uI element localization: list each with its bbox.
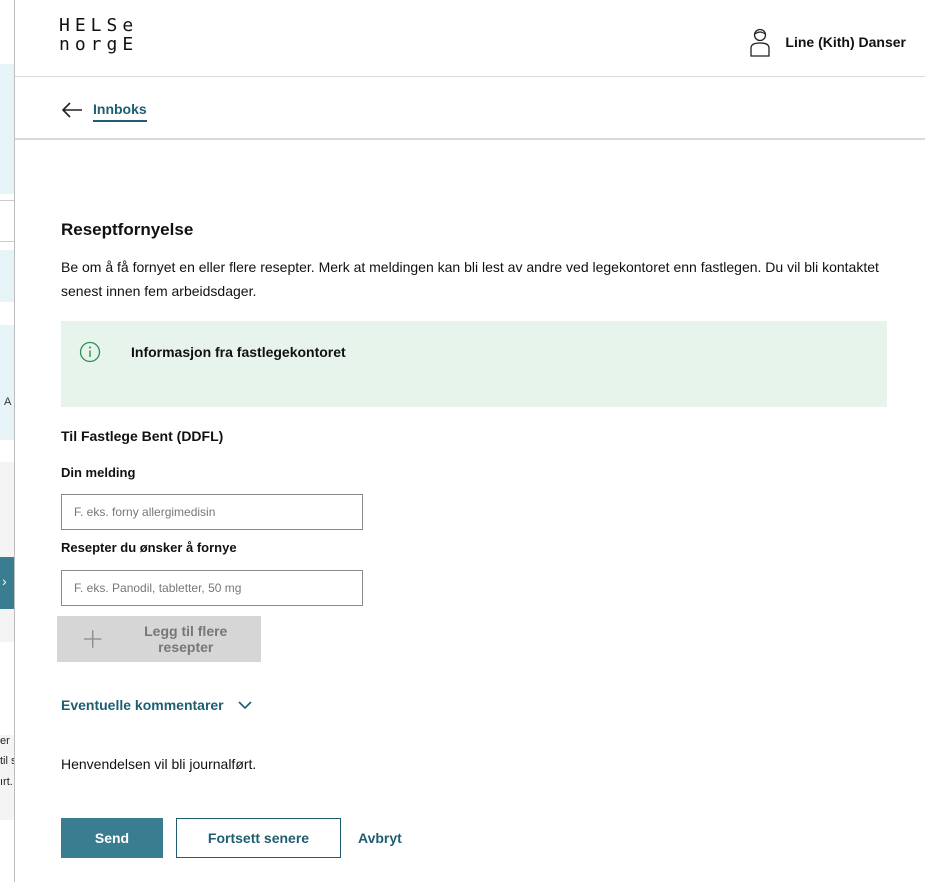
- prescription-renewal-panel: HELSe norgE Line (Kith) Danser Innboks R…: [14, 0, 925, 882]
- add-prescription-label: Legg til flere resepter: [144, 623, 228, 655]
- info-icon: [79, 341, 101, 363]
- prescriptions-label: Resepter du ønsker å fornye: [61, 540, 237, 555]
- add-prescription-button[interactable]: Legg til flere resepter: [57, 616, 261, 662]
- logo-line-2: norgE: [59, 34, 139, 55]
- background-block: [0, 250, 14, 302]
- arrow-left-icon[interactable]: [61, 102, 83, 118]
- page-title: Reseptfornyelse: [61, 220, 194, 239]
- background-block: [0, 325, 14, 440]
- info-title: Informasjon fra fastlegekontoret: [131, 344, 346, 360]
- background-text-fragment: til s: [0, 755, 14, 767]
- prescription-input[interactable]: [61, 570, 363, 606]
- background-text-fragment: ırt.: [0, 776, 13, 788]
- comments-toggle[interactable]: Eventuelle kommentarer: [61, 697, 252, 713]
- chevron-right-icon: ›: [2, 573, 7, 589]
- intro-text: Be om å få fornyet en eller flere resept…: [61, 259, 879, 299]
- user-avatar-icon: [750, 28, 771, 57]
- background-block: [0, 64, 14, 194]
- message-input[interactable]: [61, 494, 363, 530]
- back-link-innboks[interactable]: Innboks: [93, 101, 147, 122]
- header: HELSe norgE Line (Kith) Danser: [15, 0, 925, 77]
- user-name: Line (Kith) Danser: [785, 34, 906, 50]
- user-menu[interactable]: Line (Kith) Danser: [749, 27, 906, 57]
- comments-toggle-label: Eventuelle kommentarer: [61, 697, 224, 713]
- background-page-strip: A › er til s ırt.: [0, 0, 14, 882]
- background-block: [0, 462, 14, 642]
- background-text-fragment: A: [4, 396, 12, 408]
- continue-later-button[interactable]: Fortsett senere: [176, 818, 341, 858]
- background-block: [0, 200, 14, 242]
- message-label: Din melding: [61, 465, 136, 480]
- helsenorge-logo[interactable]: HELSe norgE: [59, 16, 138, 54]
- logo-line-1: HELSe: [59, 15, 139, 36]
- cancel-link[interactable]: Avbryt: [358, 830, 402, 846]
- send-button[interactable]: Send: [61, 818, 163, 858]
- recipient-heading: Til Fastlege Bent (DDFL): [61, 428, 224, 444]
- journal-note: Henvendelsen vil bli journalført.: [61, 756, 257, 772]
- background-text-fragment: er: [0, 735, 10, 747]
- info-box: Informasjon fra fastlegekontoret: [61, 321, 887, 407]
- chevron-down-icon: [238, 700, 252, 709]
- plus-icon: [83, 630, 102, 648]
- back-navigation: Innboks: [15, 76, 925, 140]
